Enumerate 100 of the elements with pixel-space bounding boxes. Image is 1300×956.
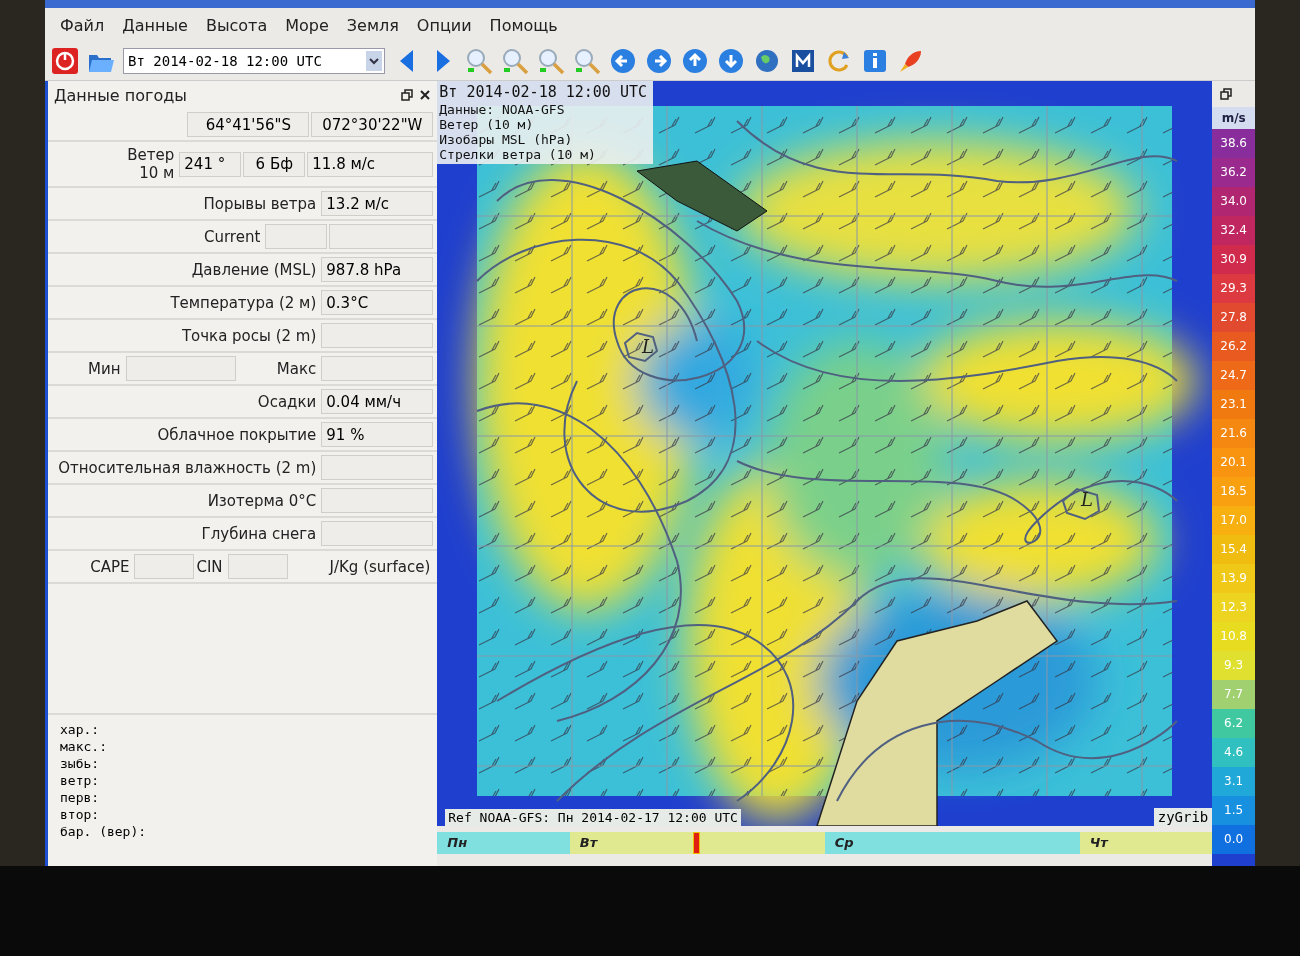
info-line: Вт 2014-02-18 12:00 UTC: [439, 83, 647, 102]
left-arrow-circle-icon[interactable]: [609, 47, 637, 75]
note-line: хар.:: [60, 721, 101, 738]
right-arrow-circle-icon[interactable]: [645, 47, 673, 75]
legend-swatch: 10.8: [1212, 622, 1255, 651]
reference-label: Ref NOAA-GFS: Пн 2014-02-17 12:00 UTC: [445, 809, 741, 826]
magnifier-icon[interactable]: [501, 47, 529, 75]
day-segment[interactable]: Пн: [437, 832, 570, 854]
info-line: Данные: NOAA-GFS: [439, 102, 566, 117]
panel-title: Данные погоды: [54, 85, 188, 105]
value-field: 13.2 м/с: [321, 191, 434, 216]
legend-swatch: 4.6: [1212, 738, 1255, 767]
legend-swatch: 7.7: [1212, 680, 1255, 709]
note-line: втор:: [60, 806, 101, 823]
note-line: макс.:: [60, 738, 108, 755]
legend-swatch: 32.4: [1212, 216, 1255, 245]
legend-swatch: 27.8: [1212, 303, 1255, 332]
value-field: 987.8 hPa: [321, 257, 434, 282]
field-label: Ветер 10 м: [126, 146, 176, 182]
field-label: Мин: [87, 359, 122, 378]
menu-item[interactable]: Данные: [113, 15, 197, 35]
date-select[interactable]: Вт 2014-02-18 12:00 UTC: [123, 48, 385, 74]
legend-swatch: 13.9: [1212, 564, 1255, 593]
value-field: 0.3°C: [321, 290, 434, 315]
menu-item[interactable]: Море: [276, 15, 338, 35]
value-field: 6 Бф: [243, 151, 306, 177]
field-label: Порывы ветра: [202, 194, 318, 213]
restore-icon[interactable]: [1220, 88, 1233, 100]
legend-swatch: 21.6: [1212, 419, 1255, 448]
legend-swatch: 6.2: [1212, 709, 1255, 738]
legend-swatch: 18.5: [1212, 477, 1255, 506]
note-line: перв:: [60, 789, 101, 806]
field-label: CAPE: [89, 557, 131, 576]
legend-swatch: 24.7: [1212, 361, 1255, 390]
legend-swatch: 34.0: [1212, 187, 1255, 216]
square-m-icon[interactable]: [789, 47, 817, 75]
info-line: Ветер (10 м): [439, 117, 535, 132]
up-arrow-circle-icon[interactable]: [681, 47, 709, 75]
magnifier-icon[interactable]: [537, 47, 565, 75]
day-segment[interactable]: Ср: [824, 832, 1080, 854]
field-label: Глубина снега: [200, 524, 318, 543]
field-label: CIN: [196, 557, 224, 576]
menu-item[interactable]: Файл: [51, 15, 114, 35]
note-line: бар. (вер):: [60, 823, 148, 840]
value-field: [227, 554, 288, 579]
value-field: 91 %: [321, 422, 434, 447]
value-field: [265, 224, 328, 249]
note-line: ветр:: [60, 772, 101, 789]
value-field: 64°41'56"S: [187, 112, 310, 137]
legend-swatch: 20.1: [1212, 448, 1255, 477]
field-label: Температура (2 м): [169, 293, 318, 312]
info-line: Стрелки ветра (10 м): [439, 147, 597, 162]
field-label: Давление (MSL): [190, 260, 318, 279]
legend-swatch: 3.1: [1212, 767, 1255, 796]
legend-swatch: 15.4: [1212, 535, 1255, 564]
timeline-bar[interactable]: Пн Вт Ср Чт: [437, 832, 1213, 854]
value-field: 0.04 мм/ч: [321, 389, 434, 414]
unit-label: m/s: [1212, 107, 1255, 129]
unit-label: J/Kg (surface): [327, 557, 432, 576]
close-icon[interactable]: [419, 89, 432, 101]
field-label: Current: [202, 227, 262, 246]
note-line: зыбь:: [60, 755, 101, 772]
info-square-icon[interactable]: [861, 47, 889, 75]
legend-swatch: 1.5: [1212, 796, 1255, 825]
legend-swatch: 29.3: [1212, 274, 1255, 303]
credit-label: zyGrib: [1153, 808, 1213, 826]
down-arrow-circle-icon[interactable]: [717, 47, 745, 75]
legend-swatch: 12.3: [1212, 593, 1255, 622]
field-label: Точка росы (2 m): [180, 326, 318, 345]
legend-swatch: 38.6: [1212, 129, 1255, 158]
menu-item[interactable]: Земля: [337, 15, 408, 35]
legend-swatch: 30.9: [1212, 245, 1255, 274]
field-label: Макс: [275, 359, 318, 378]
power-icon[interactable]: [51, 47, 79, 75]
legend-swatch: 23.1: [1212, 390, 1255, 419]
legend-swatch: 36.2: [1212, 158, 1255, 187]
value-field: 072°30'22"W: [311, 112, 434, 137]
time-marker[interactable]: [693, 832, 701, 854]
value-field: 241 °: [179, 151, 242, 177]
menu-item[interactable]: Высота: [196, 15, 277, 35]
field-label: Осадки: [256, 392, 318, 411]
legend-swatch: 26.2: [1212, 332, 1255, 361]
day-segment[interactable]: Чт: [1079, 832, 1213, 854]
chevron-down-icon: [366, 51, 382, 71]
legend-swatch: 0.0: [1212, 825, 1255, 854]
restore-icon[interactable]: [401, 89, 414, 101]
field-label: Относительная влажность (2 m): [57, 458, 318, 477]
globe-icon[interactable]: [753, 47, 781, 75]
value-field: [134, 554, 195, 579]
magnifier-icon[interactable]: [573, 47, 601, 75]
legend-swatch: 9.3: [1212, 651, 1255, 680]
value-field: 11.8 м/с: [307, 151, 434, 177]
menu-item[interactable]: Опции: [407, 15, 481, 35]
info-line: Изобары MSL (hPa): [439, 132, 574, 147]
legend-swatch: 17.0: [1212, 506, 1255, 535]
field-label: Изотерма 0°C: [206, 491, 318, 510]
menu-item[interactable]: Помощь: [480, 15, 567, 35]
magnifier-icon[interactable]: [465, 47, 493, 75]
day-segment[interactable]: Вт: [569, 832, 825, 854]
field-label: Облачное покрытие: [156, 425, 318, 444]
